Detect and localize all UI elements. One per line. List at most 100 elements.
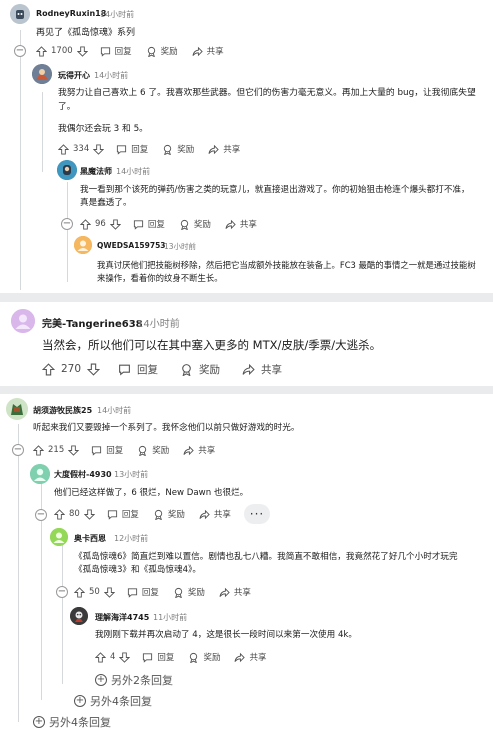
share-icon[interactable] (183, 445, 194, 456)
more-options-button[interactable]: ··· (244, 504, 270, 524)
thread-line[interactable] (18, 424, 19, 722)
comment-actions: 4 回复 奖励 共享 (95, 650, 266, 664)
share-button[interactable]: 共享 (198, 444, 215, 456)
collapse-button[interactable]: − (61, 218, 73, 230)
award-button[interactable]: 奖励 (203, 651, 220, 663)
share-icon[interactable] (219, 587, 230, 598)
comment-actions: 334 回复 奖励 共享 (58, 142, 240, 156)
upvote-icon[interactable] (80, 218, 91, 230)
award-button[interactable]: 奖励 (152, 444, 169, 456)
more-replies-link[interactable]: + 另外4条回复 (74, 693, 152, 709)
comment-icon[interactable] (133, 219, 144, 230)
downvote-icon[interactable] (76, 45, 88, 57)
downvote-icon[interactable] (103, 586, 115, 598)
downvote-icon[interactable] (87, 363, 101, 376)
reply-button[interactable]: 回复 (137, 362, 158, 377)
username[interactable]: 理解海洋4745 (95, 612, 149, 623)
share-button[interactable]: 共享 (207, 45, 224, 57)
username[interactable]: 奥卡西恩 (74, 533, 106, 544)
comment-icon[interactable] (127, 587, 138, 598)
username[interactable]: QWEDSA159753 (97, 241, 166, 250)
thread-line[interactable] (67, 182, 68, 282)
share-button[interactable]: 共享 (223, 143, 240, 155)
avatar[interactable] (74, 236, 92, 254)
reply-button[interactable]: 回复 (131, 143, 148, 155)
share-icon[interactable] (192, 46, 203, 57)
award-button[interactable]: 奖励 (188, 586, 205, 598)
avatar[interactable] (30, 464, 50, 484)
upvote-icon[interactable] (95, 651, 106, 663)
share-button[interactable]: 共享 (240, 218, 257, 230)
award-button[interactable]: 奖励 (161, 45, 178, 57)
comment-icon[interactable] (142, 652, 153, 663)
award-icon[interactable] (162, 144, 173, 155)
reply-button[interactable]: 回复 (122, 508, 139, 520)
upvote-icon[interactable] (74, 586, 85, 598)
comment-icon[interactable] (91, 445, 102, 456)
avatar[interactable] (32, 64, 52, 84)
collapse-button[interactable]: − (12, 444, 24, 456)
award-button[interactable]: 奖励 (177, 143, 194, 155)
award-icon[interactable] (146, 46, 157, 57)
thread-line[interactable] (42, 92, 43, 172)
downvote-icon[interactable] (119, 651, 131, 663)
comment-icon[interactable] (100, 46, 111, 57)
thread-line[interactable] (20, 30, 21, 290)
upvote-icon[interactable] (36, 45, 47, 57)
more-replies-link[interactable]: + 另外2条回复 (95, 672, 173, 688)
collapse-button[interactable]: − (14, 45, 26, 57)
collapse-button[interactable]: − (35, 509, 47, 521)
upvote-icon[interactable] (33, 444, 44, 456)
downvote-icon[interactable] (93, 143, 105, 155)
avatar[interactable] (6, 398, 28, 420)
username[interactable]: RodneyRuxin18 (36, 9, 106, 18)
username[interactable]: 黑魔法师 (80, 166, 112, 177)
share-icon[interactable] (199, 509, 210, 520)
username[interactable]: 胡须游牧民族25 (33, 405, 92, 416)
thread-line[interactable] (62, 544, 63, 684)
avatar[interactable] (70, 607, 88, 625)
award-icon[interactable] (137, 445, 148, 456)
upvote-icon[interactable] (54, 508, 65, 520)
reply-button[interactable]: 回复 (106, 444, 123, 456)
award-icon[interactable] (188, 652, 199, 663)
username[interactable]: 完美-Tangerine638 (42, 315, 143, 330)
award-icon[interactable] (180, 363, 193, 376)
share-button[interactable]: 共享 (261, 362, 282, 377)
reply-button[interactable]: 回复 (148, 218, 165, 230)
vote-count: 4 (110, 652, 116, 662)
award-button[interactable]: 奖励 (199, 362, 220, 377)
reply-button[interactable]: 回复 (115, 45, 132, 57)
share-icon[interactable] (208, 144, 219, 155)
collapse-button[interactable]: − (56, 586, 68, 598)
more-replies-link[interactable]: + 另外4条回复 (33, 714, 111, 730)
comment-icon[interactable] (118, 363, 131, 376)
share-icon[interactable] (242, 363, 255, 376)
comment-icon[interactable] (107, 509, 118, 520)
upvote-icon[interactable] (58, 143, 69, 155)
award-icon[interactable] (179, 219, 190, 230)
award-icon[interactable] (173, 587, 184, 598)
award-button[interactable]: 奖励 (168, 508, 185, 520)
avatar[interactable] (11, 309, 35, 333)
share-button[interactable]: 共享 (214, 508, 231, 520)
more-replies-label: 另外4条回复 (49, 716, 111, 729)
comment-icon[interactable] (116, 144, 127, 155)
award-icon[interactable] (153, 509, 164, 520)
username[interactable]: 玩得开心 (58, 70, 90, 81)
share-button[interactable]: 共享 (234, 586, 251, 598)
avatar[interactable] (57, 160, 77, 180)
avatar[interactable] (10, 4, 30, 24)
avatar[interactable] (50, 528, 68, 546)
award-button[interactable]: 奖励 (194, 218, 211, 230)
share-icon[interactable] (225, 219, 236, 230)
share-button[interactable]: 共享 (249, 651, 266, 663)
downvote-icon[interactable] (109, 218, 121, 230)
reply-button[interactable]: 回复 (157, 651, 174, 663)
downvote-icon[interactable] (68, 444, 80, 456)
downvote-icon[interactable] (83, 508, 95, 520)
share-icon[interactable] (234, 652, 246, 663)
username[interactable]: 大度假村-4930 (54, 469, 112, 480)
upvote-icon[interactable] (42, 362, 55, 376)
reply-button[interactable]: 回复 (142, 586, 159, 598)
